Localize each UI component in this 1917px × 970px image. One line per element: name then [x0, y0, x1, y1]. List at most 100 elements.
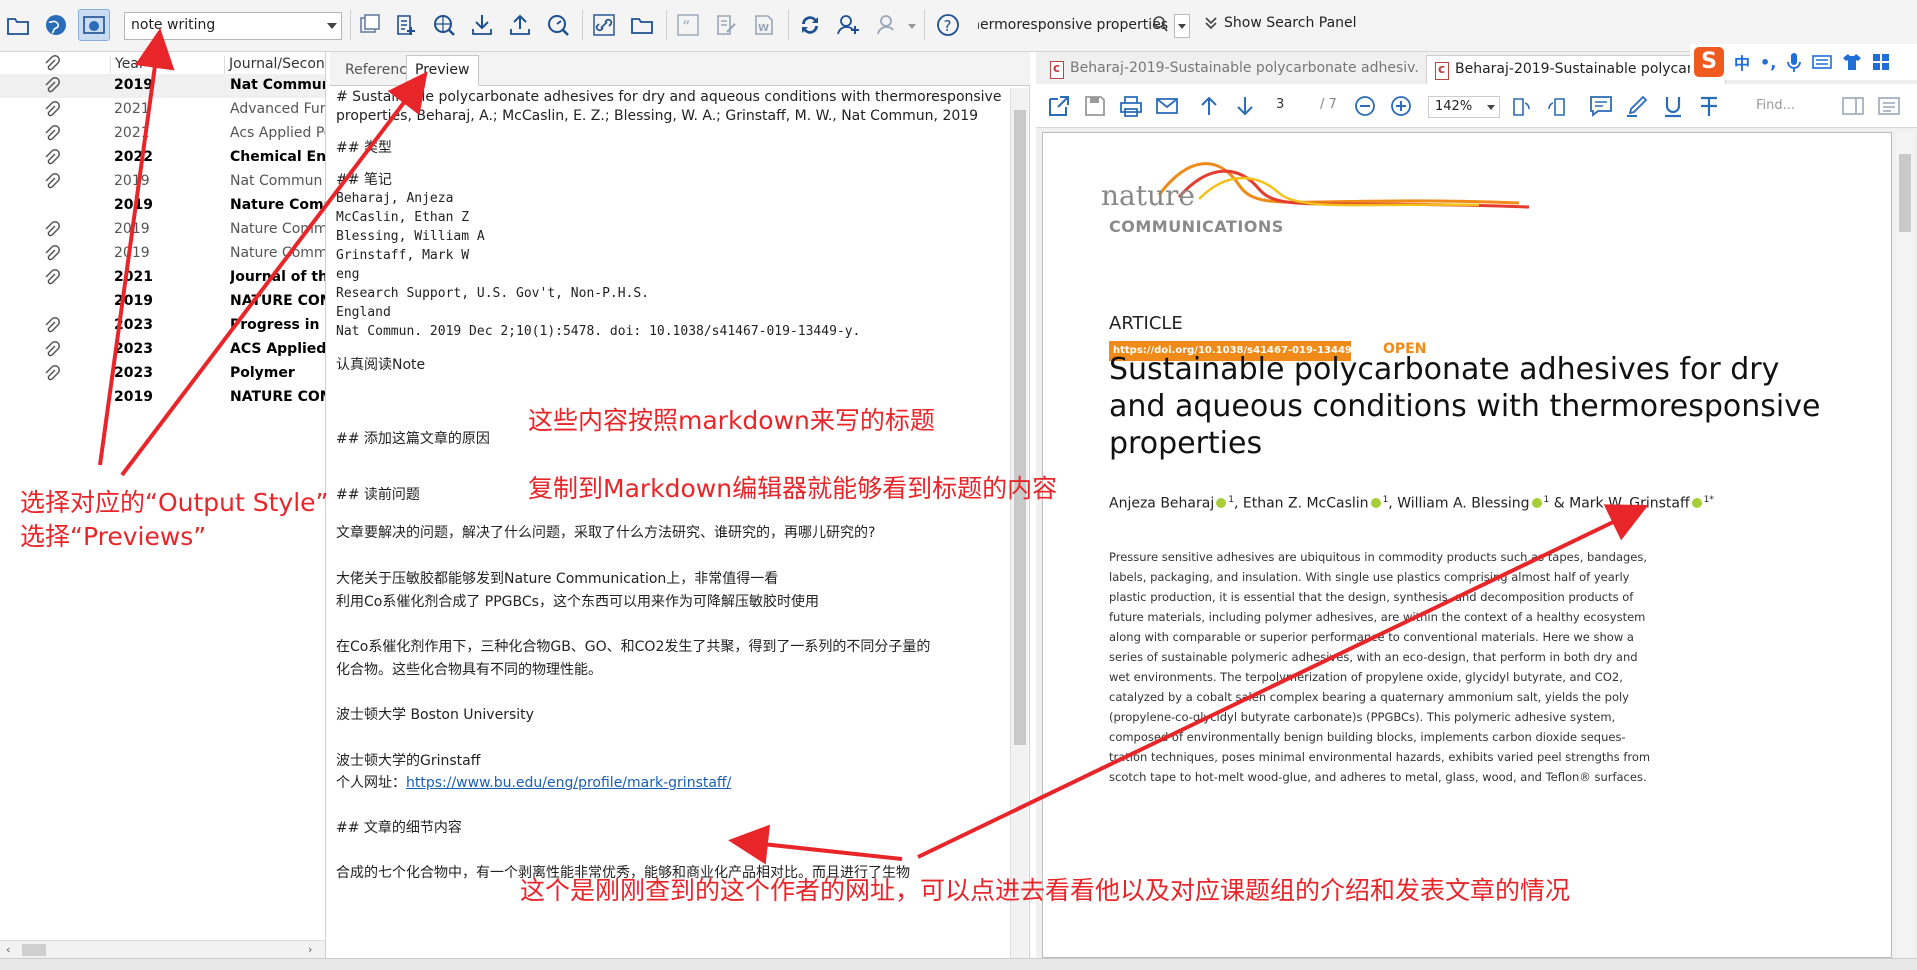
attachment-icon[interactable]	[44, 317, 60, 339]
tab-preview[interactable]: Preview	[406, 55, 479, 86]
reference-row[interactable]: 2021 Acs Applied Po	[0, 122, 325, 147]
quick-search-icon[interactable]	[542, 9, 574, 41]
search-icon[interactable]	[1152, 15, 1168, 33]
help-icon[interactable]: ?	[932, 9, 964, 41]
annotation-select-output-style: 选择对应的“Output Style”	[20, 488, 329, 517]
library-horizontal-scrollbar[interactable]: ‹ ›	[0, 940, 325, 958]
zoom-out-icon[interactable]	[1352, 93, 1380, 121]
rotate-right-icon[interactable]	[1544, 93, 1572, 121]
scroll-left-icon[interactable]: ‹	[6, 943, 10, 956]
ime-punctuation-mode[interactable]: •,	[1760, 53, 1776, 72]
svg-text:W: W	[758, 23, 769, 34]
year-column-header[interactable]: Year	[110, 56, 145, 76]
attachment-icon[interactable]	[44, 149, 60, 171]
microphone-icon[interactable]	[1786, 51, 1802, 73]
orcid-icon[interactable]	[1370, 497, 1381, 508]
abstract-line: (propylene-co-glycidyl butyrate carbonat…	[1109, 710, 1616, 724]
skin-shirt-icon[interactable]	[1842, 53, 1862, 71]
note-preview-content: # Sustainable polycarbonate adhesives fo…	[336, 88, 1014, 958]
import-icon[interactable]	[466, 9, 498, 41]
attachment-icon[interactable]	[44, 221, 60, 243]
attachment-icon[interactable]	[44, 101, 60, 123]
word-icon[interactable]: W	[748, 9, 780, 41]
attachment-icon[interactable]	[44, 245, 60, 267]
note-line: 波士顿大学的Grinstaff	[336, 753, 481, 769]
online-search-icon[interactable]	[40, 9, 72, 41]
preview-vertical-scrollbar[interactable]	[1010, 88, 1028, 958]
comment-icon[interactable]	[1588, 93, 1616, 121]
reference-journal: NATURE COM	[230, 389, 326, 405]
reference-row[interactable]: 2019 Nat Commun	[0, 170, 325, 195]
attachment-icon[interactable]	[44, 269, 60, 291]
strikethrough-icon[interactable]	[1696, 93, 1724, 121]
pdf-find-input[interactable]: Find...	[1754, 96, 1832, 118]
share-user-icon[interactable]	[832, 9, 864, 41]
find-fulltext-icon[interactable]	[428, 9, 460, 41]
orcid-icon[interactable]	[1691, 497, 1702, 508]
next-page-icon[interactable]	[1232, 93, 1260, 121]
panel-list-icon[interactable]	[1876, 93, 1904, 121]
pdf-tab-2[interactable]: Beharaj-2019-Sustainable polycarbonate	[1426, 55, 1726, 84]
link-icon[interactable]	[588, 9, 620, 41]
sync-icon[interactable]	[794, 9, 826, 41]
panel-right-icon[interactable]	[1840, 93, 1868, 121]
orcid-icon[interactable]	[1531, 497, 1542, 508]
reference-row[interactable]: 2019 Nature Comm	[0, 242, 325, 267]
zoom-in-icon[interactable]	[1388, 93, 1416, 121]
ime-chinese-mode[interactable]: 中	[1734, 50, 1750, 74]
scroll-right-icon[interactable]: ›	[308, 943, 312, 956]
page-number-field[interactable]: 3	[1276, 97, 1284, 112]
new-reference-icon[interactable]	[390, 9, 422, 41]
reference-row[interactable]: 2019 NATURE COM	[0, 290, 325, 314]
search-options-dropdown[interactable]	[1174, 14, 1190, 38]
reference-row[interactable]: 2023 Progress in Po	[0, 314, 325, 339]
attachment-icon[interactable]	[44, 77, 60, 99]
reference-row[interactable]: 2019 NATURE COM	[0, 386, 326, 410]
save-icon[interactable]	[1082, 93, 1110, 121]
previous-page-icon[interactable]	[1196, 93, 1224, 121]
toolbox-grid-icon[interactable]	[1872, 53, 1890, 71]
quick-search-input[interactable]: Sustainable polycarbonate adhesives dry …	[978, 12, 1170, 40]
chevron-down-icon[interactable]	[908, 24, 916, 29]
attachment-icon[interactable]	[44, 365, 60, 387]
reference-row[interactable]: 2022 Chemical Eng	[0, 146, 325, 171]
print-icon[interactable]	[1118, 93, 1146, 121]
scrollbar-thumb[interactable]	[1014, 110, 1026, 745]
scrollbar-thumb[interactable]	[1899, 154, 1911, 232]
attachment-icon[interactable]	[44, 341, 60, 363]
journal-column-header[interactable]: Journal/Secon	[224, 56, 325, 76]
integrated-library-icon[interactable]	[78, 9, 110, 41]
copy-reference-icon[interactable]	[354, 9, 386, 41]
reference-row[interactable]: 2019 Nat Commun	[0, 74, 325, 99]
pdf-vertical-scrollbar[interactable]	[1896, 132, 1914, 958]
show-search-panel-button[interactable]: Show Search Panel	[1204, 15, 1357, 31]
rotate-left-icon[interactable]	[1508, 93, 1536, 121]
reference-row[interactable]: 2021 Advanced Fun	[0, 98, 325, 123]
output-style-select[interactable]: note writing	[124, 12, 342, 40]
author-homepage-link[interactable]: https://www.bu.edu/eng/profile/mark-grin…	[406, 775, 731, 791]
reference-row[interactable]: 2023 ACS Applied M	[0, 338, 325, 363]
attachment-icon[interactable]	[44, 173, 60, 195]
reference-row[interactable]: 2023 Polymer	[0, 362, 325, 387]
attachment-icon[interactable]	[44, 125, 60, 147]
orcid-icon[interactable]	[1216, 497, 1227, 508]
reference-row[interactable]: 2019 Nature Comm	[0, 218, 325, 243]
zoom-level-select[interactable]: 142%	[1428, 96, 1500, 118]
reference-row[interactable]: 2019 Nature Comm	[0, 194, 325, 218]
abstract-line: Pressure sensitive adhesives are ubiquit…	[1109, 550, 1648, 564]
keyboard-icon[interactable]	[1812, 54, 1833, 70]
sogou-logo-icon[interactable]: S	[1694, 47, 1724, 77]
export-icon[interactable]	[504, 9, 536, 41]
reference-row[interactable]: 2021 Journal of the	[0, 266, 325, 291]
group-users-icon[interactable]	[872, 9, 904, 41]
underline-icon[interactable]	[1660, 93, 1688, 121]
open-external-icon[interactable]	[1046, 93, 1074, 121]
open-folder-icon[interactable]	[626, 9, 658, 41]
scrollbar-thumb[interactable]	[22, 944, 46, 956]
format-bibliography-icon[interactable]	[710, 9, 742, 41]
highlighter-icon[interactable]	[1624, 93, 1652, 121]
email-icon[interactable]	[1154, 93, 1182, 121]
pdf-tab-1[interactable]: Beharaj-2019-Sustainable polycarbonate a…	[1042, 55, 1420, 84]
insert-citation-icon[interactable]: ”	[672, 9, 704, 41]
local-library-icon[interactable]	[2, 9, 34, 41]
